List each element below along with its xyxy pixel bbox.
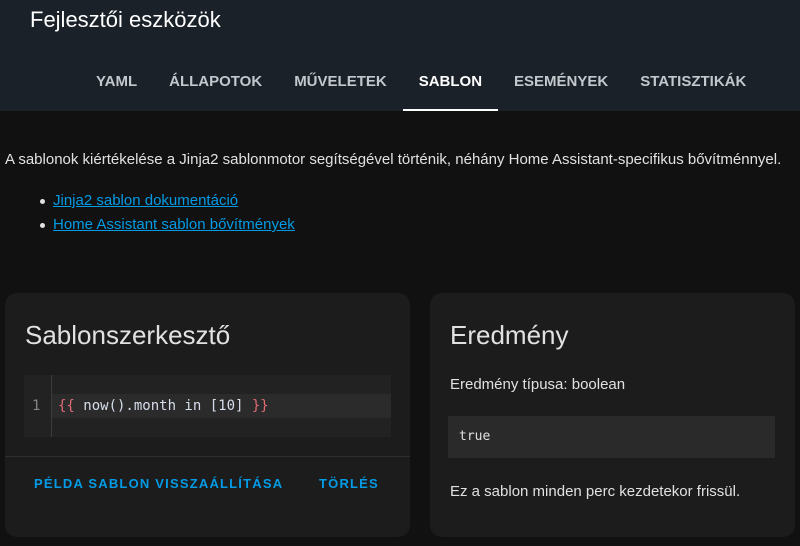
card-divider (5, 456, 410, 457)
line-number: 1 (32, 398, 41, 414)
tab-events[interactable]: ESEMÉNYEK (498, 56, 624, 111)
editor-card-title: Sablonszerkesztő (25, 320, 231, 350)
ha-template-extensions-link[interactable]: Home Assistant sablon bővítmények (53, 216, 295, 233)
doc-links-list: Jinja2 sablon dokumentáció Home Assistan… (37, 189, 295, 237)
result-card-title: Eredmény (450, 320, 569, 350)
page-title: Fejlesztői eszközök (30, 7, 221, 32)
intro-text: A sablonok kiértékelése a Jinja2 sablonm… (5, 151, 782, 168)
reset-demo-template-button[interactable]: PÉLDA SABLON VISSZAÁLLÍTÁSA (34, 476, 283, 491)
list-item: Home Assistant sablon bővítmények (37, 213, 295, 237)
result-update-note: Ez a sablon minden perc kezdetekor friss… (450, 483, 741, 500)
result-output: true (448, 416, 775, 458)
result-type-label: Eredmény típusa: boolean (450, 376, 626, 393)
tab-states[interactable]: ÁLLAPOTOK (153, 56, 278, 111)
list-item: Jinja2 sablon dokumentáció (37, 189, 295, 213)
code-expression: now().month in [10] (74, 398, 252, 414)
template-code-line[interactable]: {{ now().month in [10] }} (58, 398, 269, 414)
tab-statistics[interactable]: STATISZTIKÁK (624, 56, 762, 111)
toolbar-header: Fejlesztői eszközök YAML ÁLLAPOTOK MŰVEL… (0, 0, 800, 111)
result-value: true (459, 429, 491, 444)
tab-bar: YAML ÁLLAPOTOK MŰVELETEK SABLON ESEMÉNYE… (80, 56, 762, 111)
tab-template[interactable]: SABLON (402, 56, 499, 111)
code-open-brace: {{ (58, 398, 75, 414)
clear-button[interactable]: TÖRLÉS (319, 476, 379, 491)
line-gutter: 1 (24, 375, 52, 437)
template-editor-card: Sablonszerkesztő 1 {{ now().month in [10… (5, 293, 410, 537)
tab-actions[interactable]: MŰVELETEK (278, 56, 403, 111)
code-close-brace: }} (251, 398, 269, 414)
jinja2-docs-link[interactable]: Jinja2 sablon dokumentáció (53, 192, 238, 209)
result-card: Eredmény Eredmény típusa: boolean true E… (430, 293, 795, 537)
template-code-editor[interactable]: 1 {{ now().month in [10] }} (24, 375, 391, 437)
tab-yaml[interactable]: YAML (80, 56, 153, 111)
